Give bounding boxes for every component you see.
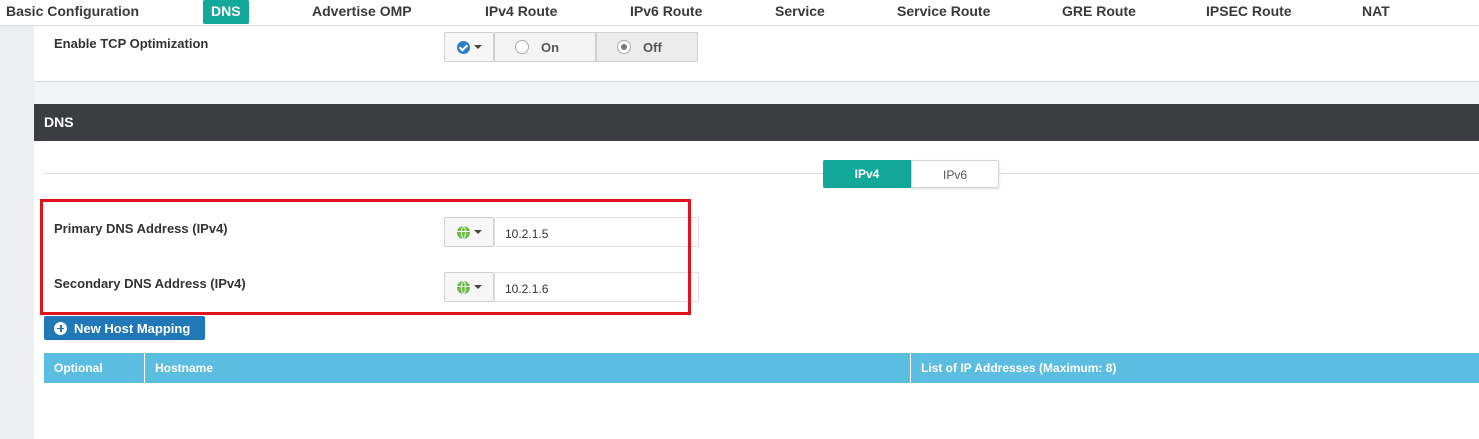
new-host-mapping-button[interactable]: New Host Mapping: [44, 316, 205, 340]
tab-service-route[interactable]: Service Route: [897, 0, 990, 24]
tcp-on-label: On: [541, 39, 560, 55]
tab-gre-route[interactable]: GRE Route: [1062, 0, 1136, 24]
tab-ipv4-route[interactable]: IPv4 Route: [485, 0, 557, 24]
radio-unchecked-icon: [515, 40, 529, 54]
column-optional[interactable]: Optional: [44, 353, 145, 383]
host-mapping-table-header: Optional Hostname List of IP Addresses (…: [44, 353, 1479, 383]
dns-section-header: DNS: [34, 104, 1479, 141]
tcp-off-radio[interactable]: Off: [596, 32, 698, 62]
left-gutter: [0, 26, 34, 439]
highlight-annotation-box: [40, 199, 691, 315]
tcp-optimization-card: Enable TCP Optimization On Off: [34, 26, 1479, 82]
tab-ipv6-route[interactable]: IPv6 Route: [630, 0, 702, 24]
tab-advertise-omp[interactable]: Advertise OMP: [312, 0, 412, 24]
tcp-on-radio[interactable]: On: [494, 32, 596, 62]
tab-nat[interactable]: NAT: [1362, 0, 1390, 24]
tcp-scope-dropdown[interactable]: [444, 32, 494, 62]
column-ip-addresses[interactable]: List of IP Addresses (Maximum: 8): [911, 353, 1479, 383]
tab-service[interactable]: Service: [775, 0, 825, 24]
radio-checked-icon: [617, 40, 631, 54]
ipv6-toggle[interactable]: IPv6: [911, 160, 999, 188]
column-hostname[interactable]: Hostname: [145, 353, 911, 383]
tcp-optimization-label: Enable TCP Optimization: [54, 36, 209, 51]
config-tab-bar: Basic Configuration DNS Advertise OMP IP…: [0, 0, 1479, 26]
new-host-mapping-label: New Host Mapping: [74, 320, 191, 336]
check-circle-icon: [456, 40, 470, 54]
tab-basic-configuration[interactable]: Basic Configuration: [6, 0, 139, 24]
chevron-down-icon: [473, 45, 482, 49]
tab-ipsec-route[interactable]: IPSEC Route: [1206, 0, 1292, 24]
plus-circle-icon: [54, 321, 67, 335]
tcp-off-label: Off: [643, 39, 662, 55]
divider: [44, 173, 1479, 174]
tab-dns[interactable]: DNS: [203, 0, 249, 24]
ipv4-toggle[interactable]: IPv4: [823, 160, 911, 188]
